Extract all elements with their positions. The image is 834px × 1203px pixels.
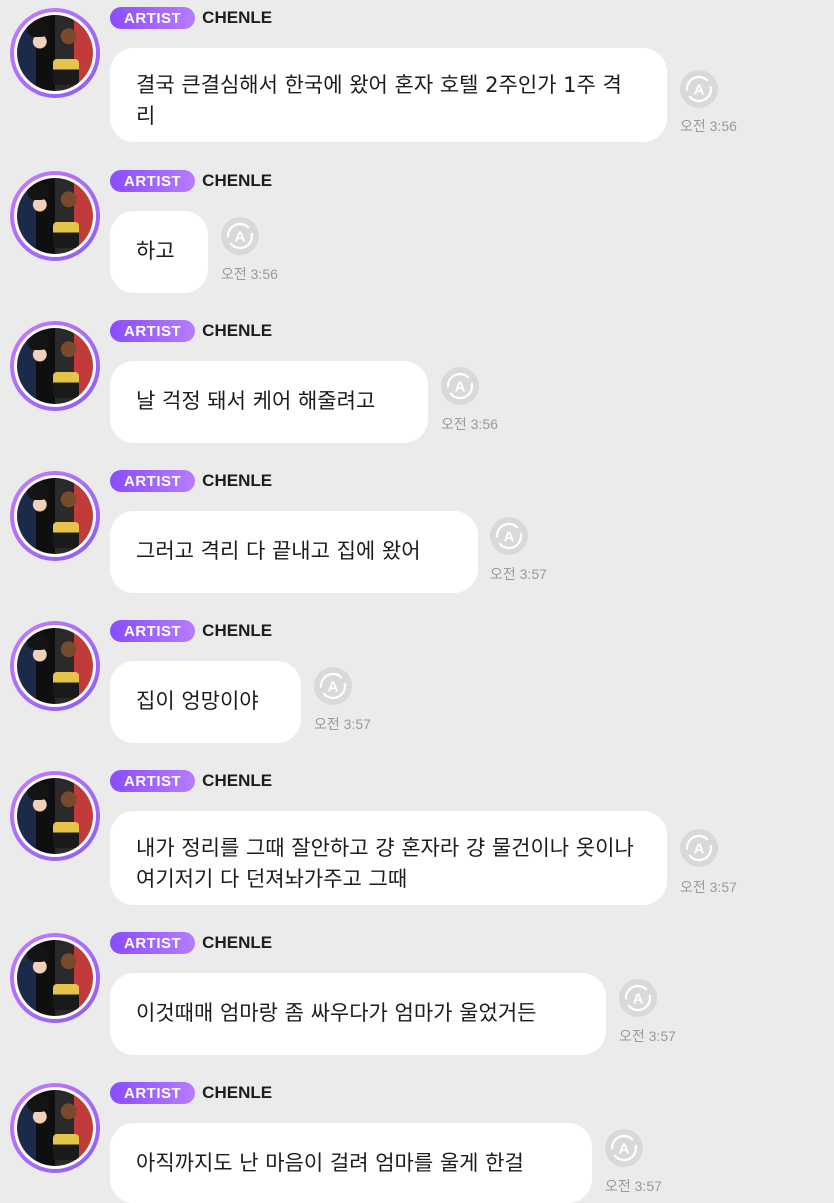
message-time: 오전 3:57 (314, 716, 371, 732)
avatar[interactable] (10, 1083, 100, 1173)
message-bubble[interactable]: 결국 큰결심해서 한국에 왔어 혼자 호텔 2주인가 1주 격리 (110, 48, 667, 142)
svg-text:A: A (694, 841, 705, 858)
artist-badge: ARTIST (110, 470, 196, 492)
sender-name: CHENLE (202, 321, 273, 340)
svg-text:A: A (235, 229, 246, 246)
message-header: ARTIST CHENLE (110, 470, 272, 492)
svg-text:A: A (619, 1141, 630, 1158)
message-header: ARTIST CHENLE (110, 320, 272, 342)
message-time: 오전 3:56 (441, 416, 498, 432)
artist-badge: ARTIST (110, 932, 196, 954)
sender-name: CHENLE (202, 1083, 273, 1102)
svg-text:A: A (455, 379, 466, 396)
message-time: 오전 3:56 (221, 266, 278, 282)
translate-icon[interactable]: A (441, 367, 479, 405)
sender-name: CHENLE (202, 171, 273, 190)
message-bubble[interactable]: 집이 엉망이야 (110, 661, 301, 743)
message-time: 오전 3:57 (619, 1028, 676, 1044)
message-bubble[interactable]: 이것때매 엄마랑 좀 싸우다가 엄마가 울었거든 (110, 973, 606, 1055)
avatar[interactable] (10, 321, 100, 411)
translate-icon[interactable]: A (314, 667, 352, 705)
translate-icon[interactable]: A (605, 1129, 643, 1167)
message-time: 오전 3:56 (680, 118, 737, 134)
message-header: ARTIST CHENLE (110, 770, 272, 792)
translate-icon[interactable]: A (221, 217, 259, 255)
message-header: ARTIST CHENLE (110, 7, 272, 29)
sender-name: CHENLE (202, 933, 273, 952)
artist-badge: ARTIST (110, 1082, 196, 1104)
message-bubble[interactable]: 내가 정리를 그때 잘안하고 걍 혼자라 걍 물건이나 옷이나 여기저기 다 던… (110, 811, 667, 905)
translate-icon[interactable]: A (490, 517, 528, 555)
message-bubble[interactable]: 그러고 격리 다 끝내고 집에 왔어 (110, 511, 478, 593)
translate-icon[interactable]: A (680, 70, 718, 108)
message-time: 오전 3:57 (680, 879, 737, 895)
svg-text:A: A (328, 679, 339, 696)
artist-badge: ARTIST (110, 320, 196, 342)
sender-name: CHENLE (202, 471, 273, 490)
message-header: ARTIST CHENLE (110, 620, 272, 642)
message-bubble[interactable]: 하고 (110, 211, 208, 293)
svg-text:A: A (633, 991, 644, 1008)
translate-icon[interactable]: A (680, 829, 718, 867)
message-time: 오전 3:57 (490, 566, 547, 582)
sender-name: CHENLE (202, 771, 273, 790)
message-header: ARTIST CHENLE (110, 1082, 272, 1104)
avatar[interactable] (10, 933, 100, 1023)
artist-badge: ARTIST (110, 770, 196, 792)
artist-badge: ARTIST (110, 620, 196, 642)
svg-text:A: A (504, 529, 515, 546)
avatar[interactable] (10, 621, 100, 711)
avatar[interactable] (10, 8, 100, 98)
artist-badge: ARTIST (110, 170, 196, 192)
svg-text:A: A (694, 82, 705, 99)
sender-name: CHENLE (202, 8, 273, 27)
message-bubble[interactable]: 날 걱정 돼서 케어 해줄려고 (110, 361, 428, 443)
sender-name: CHENLE (202, 621, 273, 640)
message-bubble[interactable]: 아직까지도 난 마음이 걸려 엄마를 울게 한걸 (110, 1123, 592, 1203)
message-header: ARTIST CHENLE (110, 932, 272, 954)
artist-badge: ARTIST (110, 7, 196, 29)
message-time: 오전 3:57 (605, 1178, 662, 1194)
avatar[interactable] (10, 771, 100, 861)
avatar[interactable] (10, 471, 100, 561)
avatar[interactable] (10, 171, 100, 261)
translate-icon[interactable]: A (619, 979, 657, 1017)
message-header: ARTIST CHENLE (110, 170, 272, 192)
